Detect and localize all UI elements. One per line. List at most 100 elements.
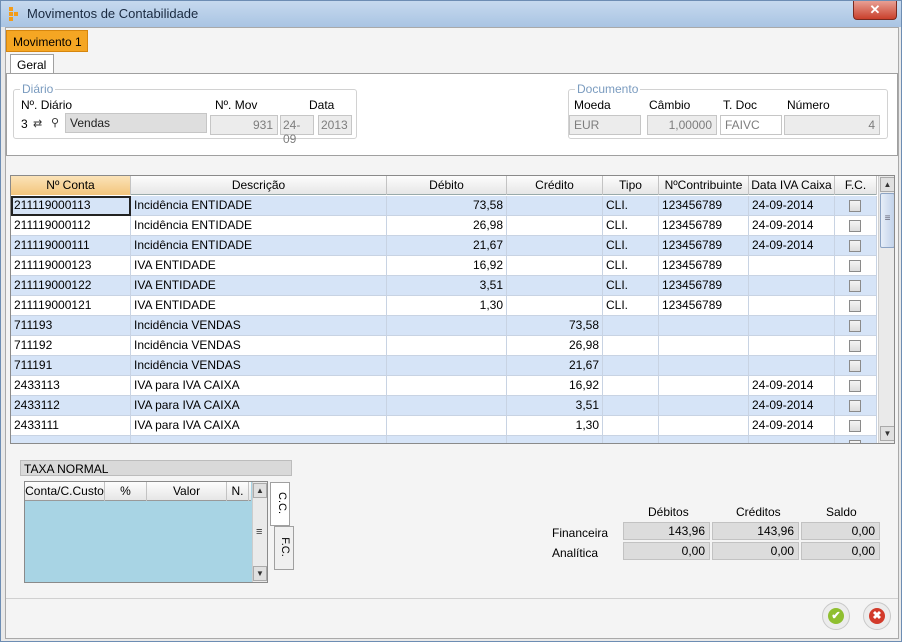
cell-tipo[interactable]: CLI. xyxy=(603,256,659,276)
grid-header-cell[interactable]: Nº Conta xyxy=(11,176,131,195)
cancel-button[interactable]: ✖ xyxy=(863,602,891,630)
cell-debito[interactable]: 21,67 xyxy=(387,236,507,256)
cell-debito[interactable] xyxy=(387,376,507,396)
tab-fc[interactable]: F.C. xyxy=(274,526,294,570)
tab-movimento[interactable]: Movimento 1 xyxy=(6,30,88,52)
taxa-scroll-down-icon[interactable]: ▼ xyxy=(253,566,267,581)
fc-checkbox[interactable] xyxy=(849,240,861,252)
title-bar[interactable]: Movimentos de Contabilidade ✕ xyxy=(1,1,901,27)
cell-contrib[interactable]: 123456789 xyxy=(659,236,749,256)
cell-contrib[interactable]: 123456789 xyxy=(659,276,749,296)
grid-header-cell[interactable]: Crédito xyxy=(507,176,603,195)
cell-data[interactable] xyxy=(749,276,835,296)
grid-scrollbar[interactable]: ▲ ≡ ▼ xyxy=(878,176,894,443)
moeda-field[interactable]: EUR xyxy=(569,115,641,135)
cell-conta[interactable]: 211119000121 xyxy=(11,296,131,316)
scroll-up-icon[interactable]: ▲ xyxy=(880,177,894,192)
taxa-header-cell[interactable]: N. xyxy=(227,482,249,501)
cell-desc[interactable]: IVA ENTIDADE xyxy=(131,276,387,296)
cell-credito[interactable]: 16,92 xyxy=(507,376,603,396)
close-window-button[interactable]: ✕ xyxy=(853,1,897,20)
cell-conta[interactable]: 711193 xyxy=(11,316,131,336)
table-row[interactable]: 2433111 IVA para IVA CAIXA 1,30 24-09-2014 xyxy=(11,416,877,436)
scroll-down-icon[interactable]: ▼ xyxy=(880,426,894,441)
taxa-grid[interactable]: Conta/C.Custo% Valor N. ▲ ≡ ▼ xyxy=(24,481,268,583)
taxa-header-cell[interactable]: % xyxy=(105,482,147,501)
cell-tipo[interactable]: CLI. xyxy=(603,196,659,216)
cell-data[interactable] xyxy=(749,356,835,376)
taxa-header-cell[interactable]: Valor xyxy=(147,482,227,501)
table-row[interactable]: 211119000121 IVA ENTIDADE 1,30 CLI. 12345678… xyxy=(11,296,877,316)
swap-icon[interactable]: ⇄ xyxy=(33,117,42,130)
fc-checkbox[interactable] xyxy=(849,320,861,332)
cell-debito[interactable]: 26,98 xyxy=(387,216,507,236)
cell-debito[interactable]: 73,58 xyxy=(387,196,507,216)
cell-desc[interactable]: IVA para IVA CAIXA xyxy=(131,396,387,416)
cell-credito[interactable] xyxy=(507,216,603,236)
cell-contrib[interactable] xyxy=(659,316,749,336)
table-row[interactable]: 211119000112 Incidência ENTIDADE 26,98 CLI.… xyxy=(11,216,877,236)
grid-header-cell[interactable]: F.C. xyxy=(835,176,877,195)
cell-desc[interactable]: Incidência VENDAS xyxy=(131,356,387,376)
grid-header-cell[interactable]: Tipo xyxy=(603,176,659,195)
grid-header-cell[interactable]: Descrição xyxy=(131,176,387,195)
cell-tipo[interactable]: CLI. xyxy=(603,276,659,296)
fc-checkbox[interactable] xyxy=(849,300,861,312)
cell-tipo[interactable] xyxy=(603,356,659,376)
table-row[interactable]: 711192 Incidência VENDAS 26,98 xyxy=(11,336,877,356)
cell-credito[interactable]: 73,58 xyxy=(507,316,603,336)
cell-credito[interactable] xyxy=(507,296,603,316)
fc-checkbox[interactable] xyxy=(849,420,861,432)
table-row[interactable]: 711191 Incidência VENDAS 21,67 xyxy=(11,356,877,376)
cell-contrib[interactable]: 123456789 xyxy=(659,296,749,316)
cambio-field[interactable]: 1,00000 xyxy=(647,115,717,135)
cell-conta[interactable]: 211119000113 xyxy=(11,196,131,216)
confirm-button[interactable]: ✔ xyxy=(822,602,850,630)
cell-tipo[interactable] xyxy=(603,316,659,336)
cell-credito[interactable] xyxy=(507,196,603,216)
grid-header-cell[interactable]: Data IVA Caixa xyxy=(749,176,835,195)
cell-conta[interactable]: 211119000123 xyxy=(11,256,131,276)
cell-desc[interactable]: Incidência ENTIDADE xyxy=(131,216,387,236)
table-row[interactable]: 2433113 IVA para IVA CAIXA 16,92 24-09-2014 xyxy=(11,376,877,396)
cell-data[interactable]: 24-09-2014 xyxy=(749,376,835,396)
cell-conta[interactable]: 711191 xyxy=(11,356,131,376)
cell-desc[interactable]: Incidência ENTIDADE xyxy=(131,196,387,216)
cell-contrib[interactable] xyxy=(659,356,749,376)
table-row[interactable]: 211119000113 Incidência ENTIDADE 73,58 CLI.… xyxy=(11,196,877,216)
movements-grid[interactable]: Nº Conta Descrição Débito Crédito Tipo NºCont… xyxy=(10,175,895,444)
cell-conta[interactable]: 2433112 xyxy=(11,396,131,416)
cell-desc[interactable]: IVA ENTIDADE xyxy=(131,296,387,316)
cell-credito[interactable]: 26,98 xyxy=(507,336,603,356)
fc-checkbox[interactable] xyxy=(849,360,861,372)
cell-debito[interactable]: 3,51 xyxy=(387,276,507,296)
cell-tipo[interactable]: CLI. xyxy=(603,216,659,236)
cell-credito[interactable] xyxy=(507,236,603,256)
cell-tipo[interactable] xyxy=(603,396,659,416)
fc-checkbox[interactable] xyxy=(849,440,861,443)
cell-contrib[interactable]: 123456789 xyxy=(659,196,749,216)
cell-data[interactable]: 24-09-2014 xyxy=(749,236,835,256)
diario-num-value[interactable]: 3 xyxy=(21,117,28,131)
grid-header-cell[interactable]: Débito xyxy=(387,176,507,195)
scroll-thumb[interactable]: ≡ xyxy=(880,193,894,248)
cell-desc[interactable]: Incidência ENTIDADE xyxy=(131,236,387,256)
cell-data[interactable]: 24-09-2014 xyxy=(749,396,835,416)
fc-checkbox[interactable] xyxy=(849,200,861,212)
cell-contrib[interactable] xyxy=(659,436,749,443)
fc-checkbox[interactable] xyxy=(849,280,861,292)
taxa-scrollbar[interactable]: ▲ ≡ ▼ xyxy=(252,482,267,582)
table-row[interactable]: 2433112 IVA para IVA CAIXA 3,51 24-09-2014 xyxy=(11,396,877,416)
mov-field[interactable]: 931 xyxy=(210,115,278,135)
cell-debito[interactable] xyxy=(387,396,507,416)
cell-conta[interactable]: 711192 xyxy=(11,336,131,356)
fc-checkbox[interactable] xyxy=(849,340,861,352)
tab-cc[interactable]: C.C. xyxy=(270,482,290,526)
cell-desc[interactable]: Incidência VENDAS xyxy=(131,336,387,356)
day-field[interactable]: 24-09 xyxy=(280,115,314,146)
cell-conta[interactable]: 211119000111 xyxy=(11,236,131,256)
cell-conta[interactable] xyxy=(11,436,131,443)
cell-data[interactable]: 24-09-2014 xyxy=(749,196,835,216)
table-row[interactable]: 211119000111 Incidência ENTIDADE 21,67 CLI.… xyxy=(11,236,877,256)
cell-tipo[interactable] xyxy=(603,436,659,443)
